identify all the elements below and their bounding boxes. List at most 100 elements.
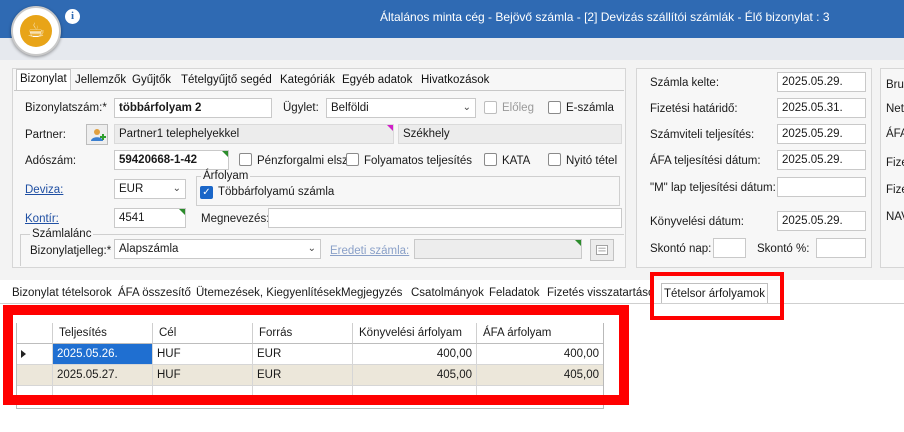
deviza-value: EUR [119,183,144,195]
chevron-down-icon: ⌄ [462,102,471,113]
lookup-marker-icon [387,125,393,131]
nyito-label: Nyitó tétel [566,155,618,167]
deviza-link[interactable]: Deviza: [25,184,63,196]
afa-teljesitesi-label: ÁFA teljesítési dátum: [650,155,761,167]
brutto-label: Bru [886,79,904,91]
megnevezes-label: Megnevezés: [201,213,270,225]
eloleg-checkbox[interactable] [484,101,497,114]
skonto-pct-input[interactable] [816,238,866,258]
kontir-input[interactable]: 4541 [114,208,186,228]
bizonylatjelleg-select[interactable]: Alapszámla ⌄ [114,239,321,259]
adoszam-label: Adószám: [25,155,77,167]
afa-label: ÁFA [886,128,904,140]
fizetesi-hatarido-value: 2025.05.31. [782,102,843,114]
tab-afa-osszesito[interactable]: ÁFA összesítő [116,283,193,303]
tab-tetelgyujto[interactable]: Tételgyűjtő segéd [178,71,275,90]
partner-value: Partner1 telephelyekkel [119,128,240,140]
grid-highlight-box [3,305,629,405]
ugylet-value: Belföldi [331,102,369,114]
szamla-kelte-input[interactable]: 2025.05.29. [777,72,866,92]
bizonylatszam-label: Bizonylatszám:* [25,102,107,114]
bizonylatjelleg-label: Bizonylatjelleg:* [30,245,112,257]
szamviteli-input[interactable]: 2025.05.29. [777,124,866,144]
eszamla-checkbox[interactable] [548,101,561,114]
partner-site-value: Székhely [403,128,450,140]
valid-marker-icon [222,151,228,157]
partner-input[interactable]: Partner1 telephelyekkel [114,124,394,144]
tab-utemezesek[interactable]: Ütemezések, Kiegyenlítések [194,283,343,303]
skonto-nap-input[interactable] [713,238,746,258]
kata-label: KATA [502,155,531,167]
tab-egyeb-adatok[interactable]: Egyéb adatok [339,71,415,90]
bizonylatszam-input[interactable]: többárfolyam 2 [114,98,272,118]
afa-teljesitesi-input[interactable]: 2025.05.29. [777,150,866,170]
window-title: Általános minta cég - Bejövő számla - [2… [380,10,830,24]
kata-checkbox[interactable] [484,153,497,166]
folyamatos-label: Folyamatos teljesítés [364,155,473,167]
ugylet-select[interactable]: Belföldi ⌄ [326,98,476,118]
konyvelesi-input[interactable]: 2025.05.29. [777,211,866,231]
partner-label: Partner: [25,129,66,141]
penzforgalmi-label: Pénzforgalmi elsz. [257,155,351,167]
list-icon [596,245,608,255]
adoszam-input[interactable]: 59420668-1-42 [114,150,229,170]
logo-icon: ☕ [27,20,45,42]
fizetesi-hatarido-input[interactable]: 2025.05.31. [777,98,866,118]
tab-fizetes-visszatartas[interactable]: Fizetés visszatartáso [545,283,656,303]
konyvelesi-value: 2025.05.29. [782,215,843,227]
tobbarfolyam-label: Többárfolyamú számla [218,186,335,198]
konyvelesi-label: Könyvelési dátum: [650,216,744,228]
valid-marker-icon [179,209,185,215]
penzforgalmi-checkbox[interactable] [239,153,252,166]
title-band [0,38,904,60]
m-lap-label: "M" lap teljesítési dátum: [650,182,776,194]
tab-hivatkozasok[interactable]: Hivatkozások [418,71,492,90]
kontir-value: 4541 [119,212,145,224]
logo-badge: ☕ [20,15,52,47]
tab-megjegyzes[interactable]: Megjegyzés [339,283,404,303]
eszamla-label: E-számla [566,102,614,114]
tab-feladatok[interactable]: Feladatok [487,283,542,303]
info-icon[interactable]: i [65,9,80,24]
tab-highlight-box [650,272,784,320]
add-user-icon [91,129,106,141]
bizonylatszam-value: többárfolyam 2 [119,102,202,114]
fizetendo-label: Fize [886,157,904,169]
chevron-down-icon: ⌄ [172,183,181,194]
eredeti-szamla-input[interactable] [414,239,582,259]
partner-site-input[interactable]: Székhely [398,124,622,144]
kontir-link[interactable]: Kontír: [25,213,59,225]
app-logo[interactable]: ☕ [11,6,61,56]
tab-kategoriak[interactable]: Kategóriák [277,71,338,90]
tab-csatolmanyok[interactable]: Csatolmányok [409,283,486,303]
szamla-kelte-value: 2025.05.29. [782,76,843,88]
afa-teljesitesi-value: 2025.05.29. [782,154,843,166]
deviza-select[interactable]: EUR ⌄ [114,179,186,199]
m-lap-input[interactable] [777,177,866,197]
szamviteli-value: 2025.05.29. [782,128,843,140]
tab-bizonylat[interactable]: Bizonylat [16,69,71,91]
bizonylatjelleg-value: Alapszámla [119,243,179,255]
chevron-down-icon: ⌄ [307,243,316,254]
tab-gyujtok[interactable]: Gyűjtők [129,71,174,90]
megnevezes-input[interactable] [268,208,622,228]
tab-divider [14,90,624,91]
tab-bizonylat-tetelsorok[interactable]: Bizonylat tételsorok [10,283,114,303]
valid-marker-icon [575,240,581,246]
szamlalanc-group-label: Számlalánc [30,228,94,240]
list-button[interactable] [590,239,614,261]
eredeti-szamla-link[interactable]: Eredeti számla: [330,245,409,257]
arfolyam-group-label: Árfolyam [201,170,251,182]
nyito-checkbox[interactable] [548,153,561,166]
partner-add-button[interactable] [86,124,108,145]
eloleg-label: Előleg [502,102,534,114]
fizetesi-hatarido-label: Fizetési határidő: [650,103,738,115]
adoszam-value: 59420668-1-42 [119,154,198,166]
fizetve-label: Fize [886,184,904,196]
tab-jellemzok[interactable]: Jellemzők [72,71,129,90]
skonto-nap-label: Skontó nap: [650,243,712,255]
szamviteli-label: Számviteli teljesítés: [650,129,755,141]
tobbarfolyam-checkbox[interactable]: ✓ [200,186,213,199]
folyamatos-checkbox[interactable] [346,153,359,166]
nav-label: NAV [886,211,904,223]
